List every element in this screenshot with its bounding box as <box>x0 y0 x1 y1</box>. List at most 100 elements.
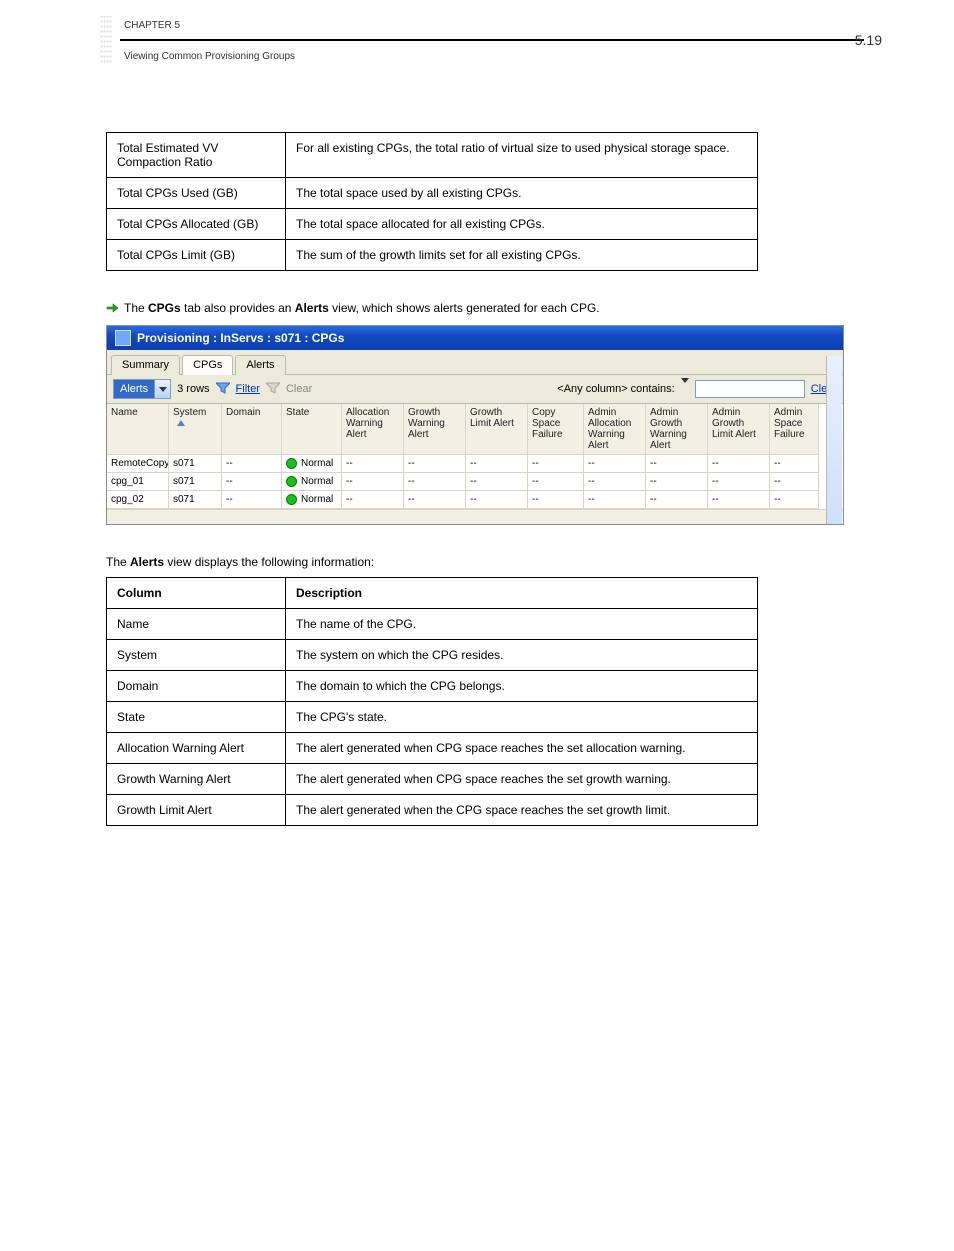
cell-name[interactable]: cpg_02 <box>107 491 169 509</box>
cell-c4: -- <box>342 491 404 509</box>
column-description: The domain to which the CPG belongs. <box>286 671 758 702</box>
cell-c5: -- <box>404 491 466 509</box>
dropdown-caret-icon[interactable] <box>681 383 689 395</box>
cell-c7: -- <box>528 473 584 491</box>
column-description: The system on which the CPG resides. <box>286 640 758 671</box>
window-titlebar[interactable]: Provisioning : InServs : s071 : CPGs <box>107 326 843 350</box>
clear-filter-icon <box>266 382 280 397</box>
column-header[interactable]: Admin Space Failure <box>770 404 819 455</box>
column-header[interactable]: Domain <box>222 404 282 455</box>
status-ok-icon <box>286 476 297 487</box>
cell-c11: -- <box>770 473 819 491</box>
cell-name[interactable]: RemoteCopy <box>107 455 169 473</box>
cell-c5: -- <box>404 455 466 473</box>
column-name: Domain <box>107 671 286 702</box>
filter-toolbar: Alerts 3 rows Filter Clear <Any column> … <box>107 375 843 404</box>
filter-link[interactable]: Filter <box>236 383 260 395</box>
cell-domain: -- <box>222 491 282 509</box>
page-header: CHAPTER 5 Viewing Common Provisioning Gr… <box>106 16 864 64</box>
column-description: The CPG's state. <box>286 702 758 733</box>
tab-summary[interactable]: Summary <box>111 355 180 375</box>
vertical-scrollbar[interactable] <box>826 356 842 524</box>
table-row: NameThe name of the CPG. <box>107 609 758 640</box>
column-header[interactable]: Copy Space Failure <box>528 404 584 455</box>
table-row: Allocation Warning AlertThe alert genera… <box>107 733 758 764</box>
column-header[interactable]: Growth Warning Alert <box>404 404 466 455</box>
tabs-bar: SummaryCPGsAlerts <box>107 350 843 375</box>
cell-state: Normal <box>282 473 342 491</box>
table-row: Growth Warning AlertThe alert generated … <box>107 764 758 795</box>
metric-name: Total CPGs Used (GB) <box>107 178 286 209</box>
metric-description: The total space used by all existing CPG… <box>286 178 758 209</box>
column-name: System <box>107 640 286 671</box>
view-select[interactable]: Alerts <box>113 379 171 399</box>
table-row: SystemThe system on which the CPG reside… <box>107 640 758 671</box>
column-header[interactable]: Growth Limit Alert <box>466 404 528 455</box>
column-header[interactable]: Admin Growth Warning Alert <box>646 404 708 455</box>
cpgs-window: Provisioning : InServs : s071 : CPGs Sum… <box>106 325 844 525</box>
column-header[interactable]: State <box>282 404 342 455</box>
table-row: Growth Limit AlertThe alert generated wh… <box>107 795 758 826</box>
alerts-view-name: Alerts <box>130 555 164 569</box>
cell-system: s071 <box>169 491 222 509</box>
column-description: The alert generated when CPG space reach… <box>286 733 758 764</box>
status-ok-icon <box>286 458 297 469</box>
column-header[interactable]: Allocation Warning Alert <box>342 404 404 455</box>
chevron-down-icon[interactable] <box>154 380 170 398</box>
cell-c4: -- <box>342 473 404 491</box>
metric-description: The sum of the growth limits set for all… <box>286 240 758 271</box>
cpg-grid: NameSystemDomainStateAllocation Warning … <box>107 404 843 509</box>
table-row: Total Estimated VV Compaction RatioFor a… <box>107 133 758 178</box>
tab-name-ref: CPGs <box>148 301 181 315</box>
column-name: State <box>107 702 286 733</box>
column-header[interactable]: Admin Growth Limit Alert <box>708 404 770 455</box>
column-name: Name <box>107 609 286 640</box>
cell-name[interactable]: cpg_01 <box>107 473 169 491</box>
view-name-ref: Alerts <box>295 301 329 315</box>
metric-name: Total Estimated VV Compaction Ratio <box>107 133 286 178</box>
window-title: Provisioning : InServs : s071 : CPGs <box>137 331 344 345</box>
tab-alerts[interactable]: Alerts <box>235 355 285 375</box>
header-chapter: CHAPTER 5 <box>124 20 180 31</box>
cell-c8: -- <box>584 491 646 509</box>
header-rule <box>120 39 864 41</box>
column-header[interactable]: System <box>169 404 222 455</box>
table-row: StateThe CPG's state. <box>107 702 758 733</box>
status-ok-icon <box>286 494 297 505</box>
metric-description: The total space allocated for all existi… <box>286 209 758 240</box>
col-header-val: Description <box>286 578 758 609</box>
row-count-label: 3 rows <box>177 383 209 395</box>
column-description: The alert generated when CPG space reach… <box>286 764 758 795</box>
cell-c6: -- <box>466 455 528 473</box>
cell-system: s071 <box>169 455 222 473</box>
grid-footer <box>107 509 843 524</box>
cell-c10: -- <box>708 491 770 509</box>
column-header[interactable]: Admin Allocation Warning Alert <box>584 404 646 455</box>
filter-icon <box>216 382 230 397</box>
table-row: DomainThe domain to which the CPG belong… <box>107 671 758 702</box>
metric-name: Total CPGs Limit (GB) <box>107 240 286 271</box>
header-perforation <box>100 16 116 64</box>
cell-state: Normal <box>282 491 342 509</box>
cell-c9: -- <box>646 473 708 491</box>
column-description: The alert generated when the CPG space r… <box>286 795 758 826</box>
alerts-view-caption: The Alerts view displays the following i… <box>106 555 864 569</box>
table-row: Total CPGs Limit (GB)The sum of the grow… <box>107 240 758 271</box>
header-page-number: 5.19 <box>855 32 882 48</box>
cell-domain: -- <box>222 455 282 473</box>
figure-caption: The CPGs tab also provides an Alerts vie… <box>106 301 864 315</box>
filter-input[interactable] <box>695 380 805 398</box>
cell-c7: -- <box>528 491 584 509</box>
cell-c11: -- <box>770 491 819 509</box>
column-header[interactable]: Name <box>107 404 169 455</box>
column-name: Growth Warning Alert <box>107 764 286 795</box>
cell-state: Normal <box>282 455 342 473</box>
cell-c10: -- <box>708 473 770 491</box>
cell-c6: -- <box>466 491 528 509</box>
column-name: Allocation Warning Alert <box>107 733 286 764</box>
cell-c4: -- <box>342 455 404 473</box>
cell-c5: -- <box>404 473 466 491</box>
tab-cpgs[interactable]: CPGs <box>182 355 233 375</box>
column-name: Growth Limit Alert <box>107 795 286 826</box>
cell-c11: -- <box>770 455 819 473</box>
